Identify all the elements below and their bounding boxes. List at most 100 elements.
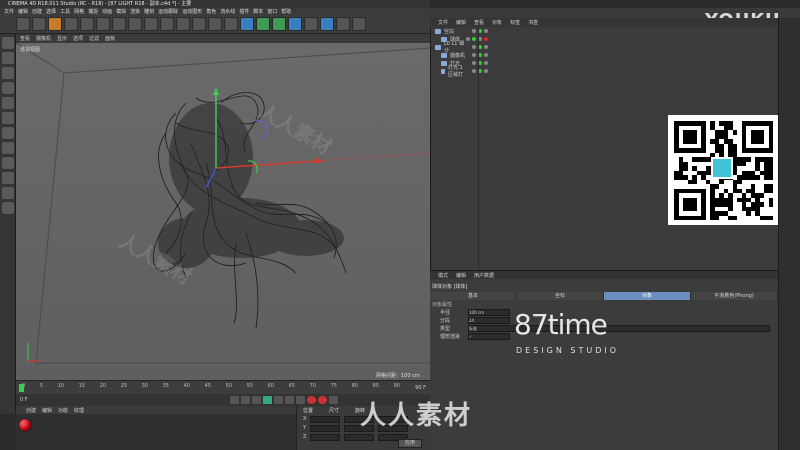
visibility-dot-icon[interactable] [484,69,488,73]
attributes-tab[interactable]: 平滑着色(Phong) [691,292,778,300]
y-axis-lock-icon[interactable] [144,16,158,31]
z-axis-lock-icon[interactable] [160,16,174,31]
pos-x-field[interactable] [310,416,341,423]
render-settings-icon[interactable] [224,16,238,31]
cube-icon[interactable] [240,16,254,31]
visibility-dot-icon[interactable] [484,45,488,49]
object-row[interactable]: 球体 [431,35,778,43]
prev-frame-icon[interactable] [251,396,261,404]
visibility-dot-icon[interactable] [472,29,476,33]
first-frame-icon[interactable] [229,396,239,404]
object-row[interactable]: 摄像机 [431,51,778,59]
undo-icon[interactable] [16,16,30,31]
attribute-value-field[interactable]: ✓ [468,333,510,340]
material-menu-item[interactable]: 创建 [26,407,36,414]
next-key-icon[interactable] [284,396,294,404]
viewport-menu-item[interactable]: 选项 [73,35,83,42]
workplane-lock-icon[interactable] [2,187,14,199]
object-visibility-flags[interactable] [472,29,488,33]
viewport-menu-item[interactable]: 面板 [105,35,115,42]
object-row[interactable]: 空白 [431,27,778,35]
edges-mode-icon[interactable] [2,112,14,124]
attributes-menu-item[interactable]: 用户数据 [474,272,494,279]
object-menu-item[interactable]: 书签 [528,19,538,26]
redo-icon[interactable] [32,16,46,31]
attributes-tab[interactable]: 基本 [430,292,517,300]
attributes-tab[interactable]: 坐标 [517,292,604,300]
tweak-mode-icon[interactable] [2,157,14,169]
move-icon[interactable] [64,16,78,31]
material-tag-icon[interactable] [484,37,488,41]
scale-icon[interactable] [80,16,94,31]
polygons-mode-icon[interactable] [2,127,14,139]
visibility-dot-icon[interactable] [472,69,476,73]
floor-icon[interactable] [320,16,334,31]
play-icon[interactable] [262,396,272,404]
subdivision-icon[interactable] [272,16,286,31]
pen-icon[interactable] [256,16,270,31]
object-menu-item[interactable]: 查看 [474,19,484,26]
render-view-icon[interactable] [192,16,206,31]
object-row[interactable]: 灯光.1 区域灯 [431,65,778,78]
visibility-dot-icon[interactable] [472,45,476,49]
size-z-field[interactable] [344,434,375,441]
points-mode-icon[interactable] [2,97,14,109]
material-menu-item[interactable]: 编辑 [42,407,52,414]
attributes-tab[interactable]: 对象 [604,292,691,300]
material-menu-item[interactable]: 纹理 [74,407,84,414]
object-row[interactable]: L0 L1 细分 [431,41,778,54]
attributes-menu-item[interactable]: 编辑 [456,272,466,279]
recent-tools-icon[interactable] [112,16,126,31]
object-menu-item[interactable]: 对象 [492,19,502,26]
deformer-icon[interactable] [304,16,318,31]
rotate-icon[interactable] [96,16,110,31]
object-menu-item[interactable]: 编辑 [456,19,466,26]
visibility-dot-icon[interactable] [472,37,476,41]
grid-icon[interactable] [2,202,14,214]
keyframe-selection-icon[interactable] [328,396,338,404]
object-visibility-flags[interactable] [472,61,488,65]
attribute-value-field[interactable]: 100 cm [468,309,510,316]
visibility-dot-icon[interactable] [472,53,476,57]
autokey-icon[interactable] [317,396,327,404]
light-icon[interactable] [352,16,366,31]
object-visibility-flags[interactable] [466,37,488,41]
last-frame-icon[interactable] [295,396,305,404]
viewport-menu-item[interactable]: 显示 [57,35,67,42]
record-icon[interactable] [306,396,316,404]
object-visibility-flags[interactable] [472,45,488,49]
frame-start-field[interactable]: 0 F [20,397,28,403]
perspective-viewport[interactable]: 人人素材 人人素材 网格间距：100 cm [16,43,430,380]
object-menu-item[interactable]: 文件 [438,19,448,26]
live-select-icon[interactable] [48,16,62,31]
timeline-playhead[interactable] [19,384,24,392]
object-menu-item[interactable]: 标签 [510,19,520,26]
visibility-dot-icon[interactable] [484,29,488,33]
model-mode-icon[interactable] [2,52,14,64]
camera-icon[interactable] [336,16,350,31]
object-row[interactable]: 灯光 [431,59,778,67]
workplane-icon[interactable] [2,82,14,94]
material-menu-item[interactable]: 功能 [58,407,68,414]
attributes-menu-item[interactable]: 模式 [438,272,448,279]
axis-mode-icon[interactable] [2,142,14,154]
attribute-value-field[interactable]: 24 [468,317,510,324]
x-axis-lock-icon[interactable] [128,16,142,31]
texture-mode-icon[interactable] [2,67,14,79]
prev-key-icon[interactable] [240,396,250,404]
viewport-menu-item[interactable]: 查看 [20,35,30,42]
coordinate-system-icon[interactable] [176,16,190,31]
object-visibility-flags[interactable] [472,69,488,73]
visibility-dot-icon[interactable] [472,61,476,65]
pos-z-field[interactable] [310,434,341,441]
viewport-menu-item[interactable]: 摄像机 [36,35,51,42]
apply-button[interactable]: 应用 [398,439,422,448]
make-editable-icon[interactable] [2,37,14,49]
next-frame-icon[interactable] [273,396,283,404]
material-preview-icon[interactable] [18,418,32,432]
render-picture-viewer-icon[interactable] [208,16,222,31]
array-icon[interactable] [288,16,302,31]
timeline[interactable]: 051015202530354045505560657075808590 90 … [16,380,430,394]
pos-y-field[interactable] [310,425,341,432]
visibility-dot-icon[interactable] [484,53,488,57]
